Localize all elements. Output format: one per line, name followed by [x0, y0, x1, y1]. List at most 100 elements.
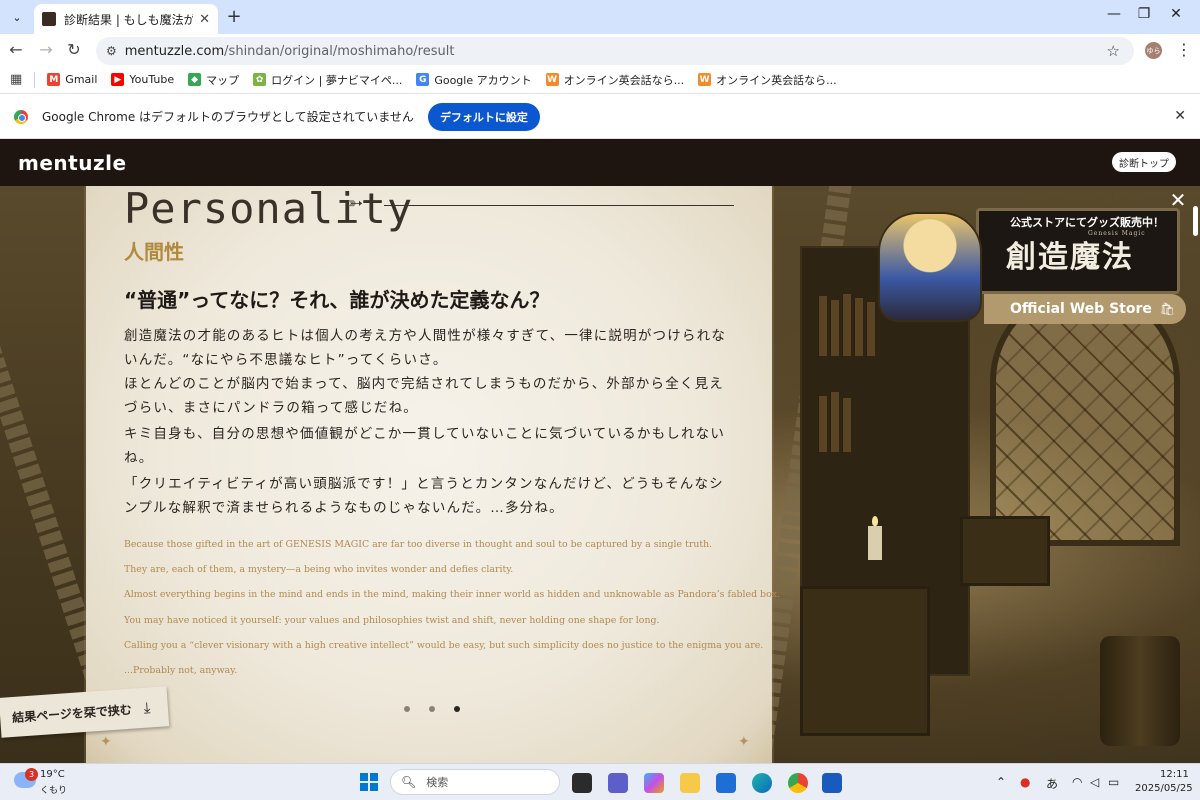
clock-date[interactable]: 2025/05/25 [1135, 783, 1193, 794]
speaker-icon[interactable]: ◁ [1090, 775, 1099, 789]
book-illustration [842, 294, 851, 356]
bookmark-label: YouTube [129, 73, 175, 86]
edge-icon[interactable] [752, 773, 772, 793]
pager-dot[interactable] [429, 706, 435, 712]
bookmark-star-icon[interactable]: ☆ [1107, 42, 1120, 60]
site-favicon-icon [42, 12, 56, 26]
reload-icon[interactable]: ↻ [64, 40, 84, 59]
forward-icon[interactable]: → [36, 40, 56, 59]
chrome-logo-icon [14, 109, 28, 124]
leaf-icon: ✿ [253, 73, 267, 86]
site-header: mentuzle [0, 139, 1200, 186]
url-host: mentuzzle.com [124, 43, 225, 59]
bookmark-result-label: 結果ページを栞で挟む [11, 702, 133, 725]
clock-time[interactable]: 12:11 [1160, 769, 1189, 780]
diagnosis-top-button[interactable]: 診断トップ [1112, 152, 1176, 172]
pager-dot[interactable] [404, 706, 410, 712]
battery-icon[interactable]: ▭ [1108, 775, 1119, 789]
bookmark-label: マップ [206, 73, 240, 87]
body-paragraph-ja: 創造魔法の才能のあるヒトは個人の考え方や人間性が様々すぎて、一律に説明がつけられ… [124, 328, 727, 368]
teams-icon[interactable] [608, 773, 628, 793]
bookmarks-bar: ▦ M Gmail ▶ YouTube ◆ マップ ✿ ログイン | 夢ナビマイペ...… [0, 66, 1200, 94]
browser-tab[interactable]: 診断結果 | もしも魔法が使えたら？ ✕ [34, 4, 218, 34]
task-view-icon[interactable] [572, 773, 592, 793]
set-default-button[interactable]: デフォルトに設定 [427, 102, 540, 131]
sparkle-icon: ✦ [738, 734, 750, 750]
tab-title: 診断結果 | もしも魔法が使えたら？ [64, 12, 194, 27]
maximize-icon[interactable]: ❐ [1134, 6, 1154, 22]
close-icon[interactable]: ✕ [1168, 190, 1188, 210]
pager-dot-active[interactable] [454, 706, 460, 712]
tab-search-button[interactable]: ⌄ [6, 6, 28, 28]
bookmark-yumenavi[interactable]: ✿ ログイン | 夢ナビマイペ... [253, 72, 402, 88]
window-close-icon[interactable]: ✕ [1166, 6, 1186, 22]
chevron-down-icon: ⌄ [12, 10, 22, 24]
w-icon: W [698, 73, 712, 86]
wifi-icon[interactable]: ◠ [1072, 775, 1082, 789]
crate-illustration [960, 516, 1050, 586]
body-paragraph-ja: 「クリエイティビティが高い頭脳派です！」と言うとカンタンなんだけど、どうもそんな… [124, 476, 724, 516]
bookmark-eikaiwa-1[interactable]: W オンライン英会話なら... [545, 72, 684, 88]
chevron-up-icon[interactable]: ⌃ [996, 775, 1006, 789]
store-ad-banner[interactable]: あなたの結果の魔法タイプ 公式ストアにてグッズ販売中！ 創造魔法 Genesis… [878, 186, 1188, 326]
store-icon[interactable] [716, 773, 736, 793]
cabinet-illustration [800, 586, 930, 736]
scrollbar[interactable] [1193, 206, 1198, 236]
catchphrase: “普通”ってなに？それ、誰が決めた定義なん？ [124, 288, 550, 312]
bookmark-eikaiwa-2[interactable]: W オンライン英会話なら... [698, 72, 837, 88]
weather-condition[interactable]: くもり [40, 783, 67, 796]
book-illustration [830, 392, 839, 452]
character-illustration [878, 212, 982, 322]
browser-toolbar: ← → ↻ ⚙ mentuzzle.com/shindan/original/m… [0, 34, 1200, 66]
book-illustration [818, 396, 827, 452]
site-logo[interactable]: mentuzle [18, 151, 127, 175]
section-heading-en: Personality [124, 186, 414, 233]
search-icon: 🔍︎ [401, 775, 417, 789]
book-illustration [866, 302, 875, 356]
back-icon[interactable]: ← [6, 40, 26, 59]
book-illustration [818, 296, 827, 356]
section-heading-ja: 人間性 [124, 240, 184, 264]
official-store-button[interactable]: Official Web Store 🛍 [984, 294, 1186, 324]
more-menu-icon[interactable]: ⋮ [1176, 40, 1192, 59]
bookmark-youtube[interactable]: ▶ YouTube [111, 73, 174, 86]
bookmark-maps[interactable]: ◆ マップ [188, 72, 239, 88]
download-icon: ⤓ [142, 698, 151, 717]
new-tab-button[interactable]: + [224, 6, 244, 27]
body-paragraph-en: Because those gifted in the art of GENES… [124, 539, 713, 550]
windows-start-icon[interactable] [360, 773, 378, 791]
taskbar: 3 19°C くもり 🔍︎ 検索 ⌃ ● あ ◠ ◁ ▭ 12:11 2025/… [0, 763, 1200, 800]
bookmark-label: Gmail [65, 73, 98, 86]
barrel-illustration [1100, 636, 1180, 746]
address-bar[interactable]: ⚙ mentuzzle.com/shindan/original/moshima… [96, 37, 1134, 65]
chrome-icon[interactable] [788, 773, 808, 793]
file-explorer-icon[interactable] [680, 773, 700, 793]
candle-illustration [868, 516, 882, 560]
shopping-bag-icon: 🛍 [1159, 302, 1176, 316]
weather-temperature[interactable]: 19°C [40, 769, 65, 780]
taskbar-search[interactable]: 🔍︎ 検索 [390, 769, 560, 795]
default-browser-infobar: Google Chrome はデフォルトのブラウザとして設定されていません デフ… [0, 95, 1200, 139]
copilot-icon[interactable] [644, 773, 664, 793]
bookmark-google-account[interactable]: G Google アカウント [416, 72, 532, 88]
security-icon[interactable]: ● [1020, 775, 1030, 789]
search-placeholder: 検索 [426, 776, 449, 789]
close-icon[interactable]: ✕ [1174, 108, 1186, 124]
bookmark-label: ログイン | 夢ナビマイペ... [271, 73, 403, 87]
divider [34, 71, 36, 88]
close-icon[interactable]: ✕ [199, 12, 210, 27]
minimize-icon[interactable]: — [1104, 6, 1124, 22]
apps-grid-icon[interactable]: ▦ [10, 72, 22, 87]
bookmark-gmail[interactable]: M Gmail [47, 73, 97, 86]
pager-dots [404, 706, 460, 712]
site-info-icon[interactable]: ⚙ [106, 44, 117, 58]
body-paragraph-en: You may have noticed it yourself: your v… [124, 615, 660, 626]
google-icon: G [416, 73, 430, 86]
book-illustration [830, 300, 839, 356]
maps-icon: ◆ [188, 73, 202, 86]
body-paragraph-en: ...Probably not, anyway. [124, 665, 238, 676]
avatar[interactable]: ゆら [1145, 42, 1162, 59]
word-icon[interactable] [822, 773, 842, 793]
ime-indicator[interactable]: あ [1046, 775, 1058, 792]
youtube-icon: ▶ [111, 73, 125, 86]
